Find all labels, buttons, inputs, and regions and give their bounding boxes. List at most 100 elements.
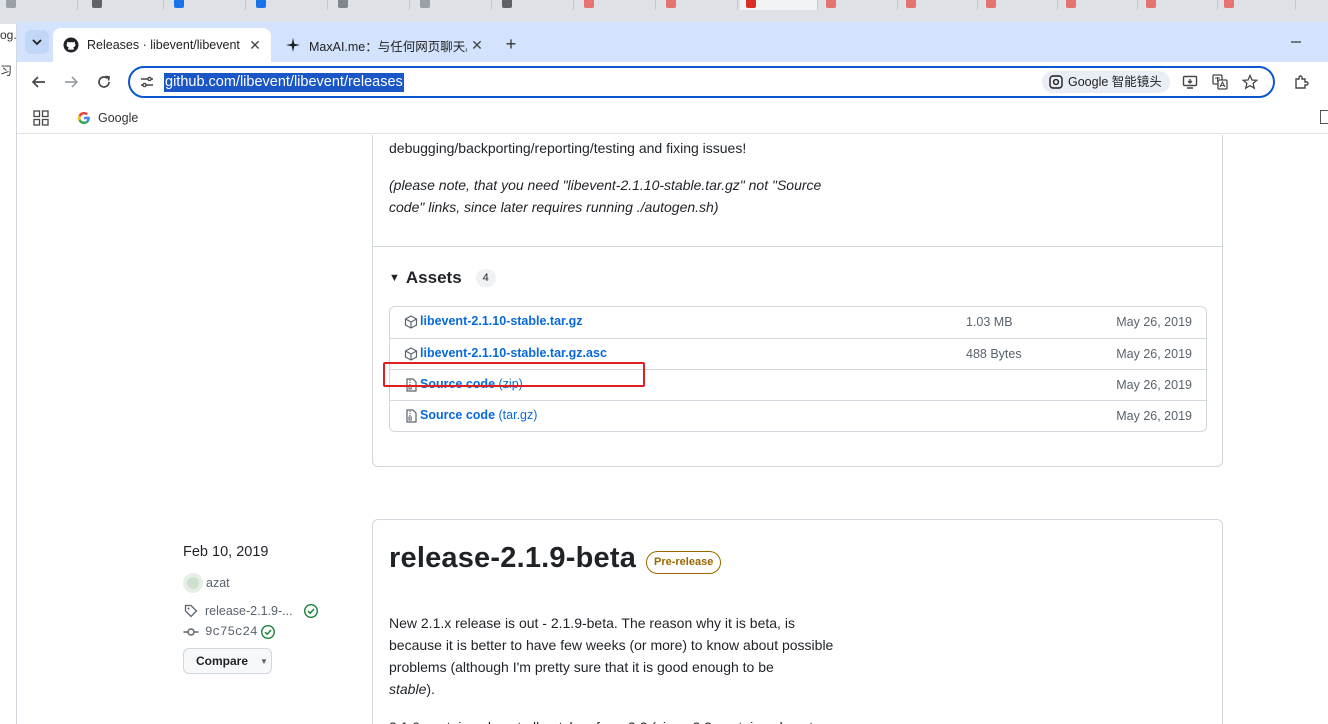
background-tab[interactable] [820, 0, 898, 10]
close-icon[interactable]: ✕ [245, 35, 265, 55]
tab-maxai[interactable]: MaxAI.me：与任何网页聊天。 ✕ [275, 28, 493, 62]
release-description: stable). [389, 678, 869, 700]
release-title[interactable]: release-2.1.9-beta [389, 542, 636, 575]
arrow-right-icon [65, 76, 79, 88]
background-tab[interactable] [1218, 0, 1296, 10]
background-tab[interactable] [740, 0, 818, 10]
background-tab[interactable] [660, 0, 738, 10]
tag-icon [183, 603, 199, 619]
file-zip-icon [406, 409, 417, 423]
reload-button[interactable] [92, 70, 116, 94]
background-text: og. [0, 28, 17, 42]
asset-row: libevent-2.1.10-stable.tar.gz 1.03 MB Ma… [390, 307, 1206, 338]
puzzle-icon [1295, 75, 1309, 89]
asset-link[interactable]: libevent-2.1.10-stable.tar.gz.asc [420, 346, 607, 360]
release-description: problems (although I'm pretty sure that … [389, 659, 774, 675]
address-text[interactable]: github.com/libevent/libevent/releases [164, 73, 404, 92]
release-card-2-1-9-beta: release-2.1.9-beta Pre-release New 2.1.x… [372, 519, 1223, 724]
tab-search-button[interactable] [25, 30, 49, 54]
tab-bar: Releases · libevent/libevent ✕ MaxAI.me：… [17, 22, 1328, 62]
asset-size: 1.03 MB [966, 315, 1013, 329]
package-icon [404, 315, 418, 329]
asset-date: May 26, 2019 [1116, 315, 1192, 329]
release-description: New 2.1.x release is out - 2.1.9-beta. T… [389, 615, 795, 631]
release-card-2-1-10: debugging/backporting/reporting/testing … [372, 135, 1223, 467]
background-tab[interactable] [980, 0, 1058, 10]
new-tab-button[interactable]: + [499, 32, 523, 56]
github-icon [63, 37, 79, 53]
page-content: debugging/backporting/reporting/testing … [17, 135, 1328, 724]
compare-label: Compare [196, 654, 249, 668]
tab-releases[interactable]: Releases · libevent/libevent ✕ [53, 28, 271, 62]
asset-size: 488 Bytes [966, 347, 1022, 361]
background-tab[interactable] [332, 0, 410, 10]
browser-toolbar: github.com/libevent/libevent/releases Go… [17, 62, 1328, 102]
minimize-icon [1291, 41, 1301, 43]
caret-down-icon: ▼ [389, 272, 400, 284]
author-name: azat [206, 576, 230, 590]
emphasis-text: stable [389, 681, 427, 697]
bookmarks-bar: Google [17, 102, 1328, 134]
background-window-tabstrip [0, 0, 1328, 24]
background-text: 习 [0, 64, 13, 78]
annotation-highlight-box [383, 362, 645, 387]
background-tab[interactable] [496, 0, 574, 10]
asset-date: May 26, 2019 [1116, 409, 1192, 423]
commit-sha: 9c75c24 [205, 625, 258, 639]
background-tab[interactable] [1140, 0, 1218, 10]
bookmark-google[interactable]: Google [77, 109, 138, 127]
assets-toggle[interactable]: ▼ Assets 4 [389, 266, 496, 290]
arrow-left-icon [31, 76, 45, 88]
verified-check-icon [303, 603, 318, 619]
release-notes-text: debugging/backporting/reporting/testing … [389, 140, 747, 156]
background-tab[interactable] [414, 0, 492, 10]
google-lens-chip[interactable]: Google 智能镜头 [1042, 71, 1170, 93]
apps-grid-icon[interactable] [33, 110, 49, 126]
asset-link[interactable]: Source code (tar.gz) [420, 408, 537, 422]
release-date: Feb 10, 2019 [183, 544, 269, 560]
background-tab[interactable] [0, 0, 78, 10]
compare-button[interactable]: Compare ▼ [183, 648, 272, 674]
back-button[interactable] [27, 70, 51, 94]
asset-link-label: Source code [420, 408, 496, 422]
bookmark-star-icon[interactable] [1240, 72, 1260, 92]
assets-count-badge: 4 [475, 269, 496, 287]
package-icon [404, 347, 418, 361]
chevron-down-icon [32, 39, 42, 46]
reload-icon [98, 75, 110, 88]
tab-title: MaxAI.me：与任何网页聊天。 [309, 39, 467, 54]
release-notes-note: code" links, since later requires runnin… [389, 199, 719, 215]
bookmark-label: Google [98, 111, 139, 125]
avatar [183, 573, 203, 593]
release-commit[interactable]: 9c75c24 [183, 623, 276, 641]
install-app-icon[interactable] [1180, 72, 1200, 92]
sparkle-icon [285, 37, 301, 53]
minimize-button[interactable] [1284, 30, 1308, 54]
assets-title: Assets [405, 268, 462, 287]
close-icon[interactable]: ✕ [467, 35, 487, 55]
background-tab[interactable] [900, 0, 978, 10]
asset-date: May 26, 2019 [1116, 378, 1192, 392]
tab-title: Releases · libevent/libevent [87, 38, 240, 52]
background-tab[interactable] [168, 0, 246, 10]
lens-icon [1049, 75, 1063, 89]
forward-button[interactable] [59, 70, 83, 94]
background-tab[interactable] [250, 0, 328, 10]
asset-link[interactable]: libevent-2.1.10-stable.tar.gz [420, 314, 583, 328]
extensions-button[interactable] [1289, 70, 1313, 94]
release-author[interactable]: azat [183, 573, 230, 593]
translate-icon[interactable] [1210, 72, 1230, 92]
background-tab[interactable] [1060, 0, 1138, 10]
all-bookmarks-icon[interactable] [1320, 110, 1328, 124]
google-logo-icon [78, 112, 90, 124]
background-tab[interactable] [86, 0, 164, 10]
tag-name: release-2.1.9-... [205, 604, 293, 618]
release-description: 2.1.9 contains almost all patches from 2… [389, 716, 869, 724]
address-bar[interactable]: github.com/libevent/libevent/releases Go… [128, 66, 1275, 98]
background-tab[interactable] [578, 0, 656, 10]
site-info-icon[interactable] [138, 73, 156, 91]
caret-down-icon: ▼ [260, 656, 268, 666]
release-tag[interactable]: release-2.1.9-... [183, 602, 319, 620]
lens-label: Google 智能镜头 [1068, 75, 1162, 89]
browser-window: Releases · libevent/libevent ✕ MaxAI.me：… [17, 22, 1328, 724]
